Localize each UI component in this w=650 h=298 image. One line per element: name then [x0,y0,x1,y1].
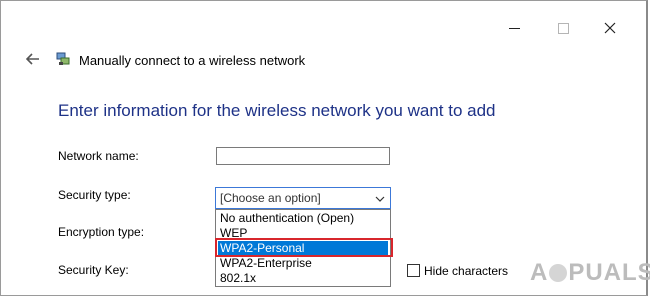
highlight-annotation [215,238,393,257]
security-type-label: Security type: [58,188,131,202]
encryption-type-label: Encryption type: [58,225,145,239]
close-icon[interactable] [602,21,618,35]
minimize-icon[interactable] [506,21,522,35]
arrow-left-icon[interactable] [25,51,41,67]
wizard-title: Manually connect to a wireless network [79,53,306,68]
option-wpa2-enterprise[interactable]: WPA2-Enterprise [218,256,388,271]
security-type-select[interactable]: [Choose an option] [215,187,391,209]
network-icon [56,52,70,66]
maximize-icon[interactable] [555,21,571,35]
chevron-down-icon [374,191,386,203]
hide-characters-label: Hide characters [424,264,509,278]
instruction-heading: Enter information for the wireless netwo… [58,101,496,120]
network-name-label: Network name: [58,149,139,163]
option-no-authentication[interactable]: No authentication (Open) [218,211,388,226]
watermark-logo: A PUALS [530,259,650,286]
mascot-icon [549,264,568,282]
hide-characters-checkbox[interactable] [407,264,420,277]
security-key-label: Security Key: [58,263,129,277]
network-name-input[interactable] [216,147,390,165]
option-8021x[interactable]: 802.1x [218,271,388,286]
security-type-value: [Choose an option] [220,191,321,205]
